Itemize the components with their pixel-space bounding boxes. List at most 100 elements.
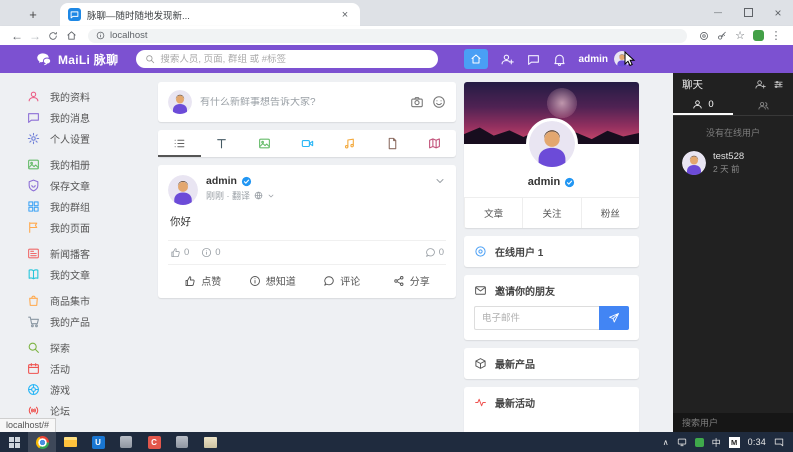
- nav-friend-requests-button[interactable]: [501, 53, 514, 66]
- home-icon: [470, 53, 482, 65]
- tab-close-icon[interactable]: [338, 9, 352, 21]
- profile-tab[interactable]: 文章: [464, 198, 522, 228]
- invite-email-input[interactable]: [474, 306, 599, 330]
- profile-avatar[interactable]: [526, 118, 578, 170]
- nav-notifications-button[interactable]: [553, 53, 566, 66]
- comment-count[interactable]: 0: [425, 247, 444, 258]
- nav-messages-button[interactable]: [527, 53, 540, 66]
- feed-filter-tab[interactable]: [201, 130, 244, 157]
- online-users-widget[interactable]: 在线用户 1: [464, 236, 639, 267]
- browser-menu-icon[interactable]: [767, 29, 785, 42]
- sidebar-item[interactable]: 个人设置: [27, 128, 154, 149]
- beige-taskbar-app[interactable]: [196, 432, 224, 452]
- tray-app-icon[interactable]: [695, 438, 704, 447]
- address-bar[interactable]: localhost: [88, 29, 687, 43]
- chat-user-row[interactable]: test528 2 天 前: [673, 145, 793, 181]
- window-restore-button[interactable]: [733, 0, 763, 25]
- global-search-input[interactable]: [160, 54, 429, 65]
- back-button[interactable]: [8, 29, 26, 43]
- page-info-icon[interactable]: [96, 31, 105, 40]
- sidebar-item[interactable]: 保存文章: [27, 175, 154, 196]
- extension-icon[interactable]: [749, 30, 767, 41]
- window-close-button[interactable]: [763, 0, 793, 25]
- notification-center-icon[interactable]: [774, 437, 784, 447]
- global-search[interactable]: [136, 50, 438, 68]
- feed-filter-tab[interactable]: [286, 130, 329, 157]
- gray2-taskbar-app[interactable]: [168, 432, 196, 452]
- latest-products-widget[interactable]: 最新产品: [464, 348, 639, 379]
- composer-sticker-button[interactable]: [432, 95, 446, 109]
- wonder-count[interactable]: 0: [201, 247, 220, 258]
- chat-tab-groups[interactable]: [733, 95, 793, 115]
- wonder-button[interactable]: 想知道: [238, 273, 308, 288]
- bookmark-star-icon[interactable]: [731, 29, 749, 42]
- tray-expand-icon[interactable]: [663, 437, 669, 447]
- network-monitor-icon[interactable]: [677, 437, 687, 447]
- tray-m-icon[interactable]: M: [729, 437, 740, 448]
- sidebar-item[interactable]: 活动: [27, 358, 154, 379]
- sidebar-item[interactable]: 我的文章: [27, 264, 154, 285]
- like-count[interactable]: 0: [170, 247, 189, 258]
- sidebar-item[interactable]: 我的相册: [27, 154, 154, 175]
- sidebar-item[interactable]: 我的群组: [27, 196, 154, 217]
- caret-down-icon[interactable]: [267, 192, 275, 200]
- invite-send-button[interactable]: [599, 306, 629, 330]
- feed-filter-tab[interactable]: [328, 130, 371, 157]
- chat-tab-contacts[interactable]: 0: [673, 95, 733, 115]
- feed-filter-tab[interactable]: [243, 130, 286, 157]
- sidebar-item-label: 我的文章: [50, 267, 90, 282]
- post-author-name[interactable]: admin: [206, 175, 237, 187]
- profile-tab[interactable]: 粉丝: [581, 198, 639, 228]
- bell-icon: [553, 53, 566, 66]
- browser-home-button[interactable]: [62, 30, 80, 41]
- nav-home-button[interactable]: [464, 49, 488, 69]
- comment-button[interactable]: 评论: [307, 273, 377, 288]
- sidebar-item-label: 我的资料: [50, 89, 90, 104]
- sidebar-item[interactable]: 游戏: [27, 379, 154, 400]
- sliders-icon[interactable]: [773, 79, 784, 90]
- composer-input[interactable]: [200, 97, 402, 108]
- window-minimize-button[interactable]: [703, 0, 733, 25]
- sidebar-item[interactable]: 我的页面: [27, 217, 154, 238]
- post-meta[interactable]: 刚刚 · 翻译: [206, 189, 250, 202]
- forward-button[interactable]: [26, 29, 44, 43]
- nav-user-menu[interactable]: admin: [579, 51, 630, 67]
- profile-tab[interactable]: 关注: [522, 198, 580, 228]
- feed-filter-tab[interactable]: [371, 130, 414, 157]
- site-logo[interactable]: MaiLi 脉聊: [36, 51, 118, 68]
- feed-filter-tab[interactable]: [158, 130, 201, 157]
- sidebar-item[interactable]: 新闻播客: [27, 243, 154, 264]
- info-icon: [249, 275, 261, 287]
- person-add-icon[interactable]: [755, 79, 766, 90]
- like-button[interactable]: 点赞: [168, 273, 238, 288]
- sidebar-item[interactable]: 商品集市: [27, 290, 154, 311]
- chevron-down-icon: [434, 175, 446, 187]
- sidebar-item[interactable]: 我的资料: [27, 86, 154, 107]
- gray-taskbar-app[interactable]: [112, 432, 140, 452]
- reader-mode-icon[interactable]: [695, 31, 713, 41]
- start-button[interactable]: [0, 432, 28, 452]
- composer-camera-button[interactable]: [410, 95, 424, 109]
- profile-name[interactable]: admin: [528, 176, 560, 188]
- ime-indicator[interactable]: 中: [712, 436, 721, 449]
- chat-search-input[interactable]: [682, 418, 784, 428]
- sidebar-item[interactable]: 探索: [27, 337, 154, 358]
- post-options-button[interactable]: [434, 175, 446, 187]
- explorer-taskbar-app[interactable]: [56, 432, 84, 452]
- u-taskbar-app[interactable]: [84, 432, 112, 452]
- feed-filter-tab[interactable]: [413, 130, 456, 157]
- new-tab-button[interactable]: [22, 3, 44, 25]
- c-taskbar-app[interactable]: [140, 432, 168, 452]
- share-button[interactable]: 分享: [377, 273, 447, 288]
- composer-avatar: [168, 90, 192, 114]
- post-author-avatar[interactable]: [168, 175, 198, 205]
- reload-button[interactable]: [44, 31, 62, 41]
- clock[interactable]: 0:34: [748, 437, 766, 447]
- browser-tab[interactable]: 脉聊—随时随地发现新...: [60, 3, 360, 26]
- news-icon: [27, 247, 40, 260]
- password-key-icon[interactable]: [713, 31, 731, 41]
- site-logo-text: MaiLi 脉聊: [58, 51, 118, 68]
- sidebar-item[interactable]: 我的消息: [27, 107, 154, 128]
- chrome-taskbar-app[interactable]: [28, 432, 56, 452]
- sidebar-item[interactable]: 我的产品: [27, 311, 154, 332]
